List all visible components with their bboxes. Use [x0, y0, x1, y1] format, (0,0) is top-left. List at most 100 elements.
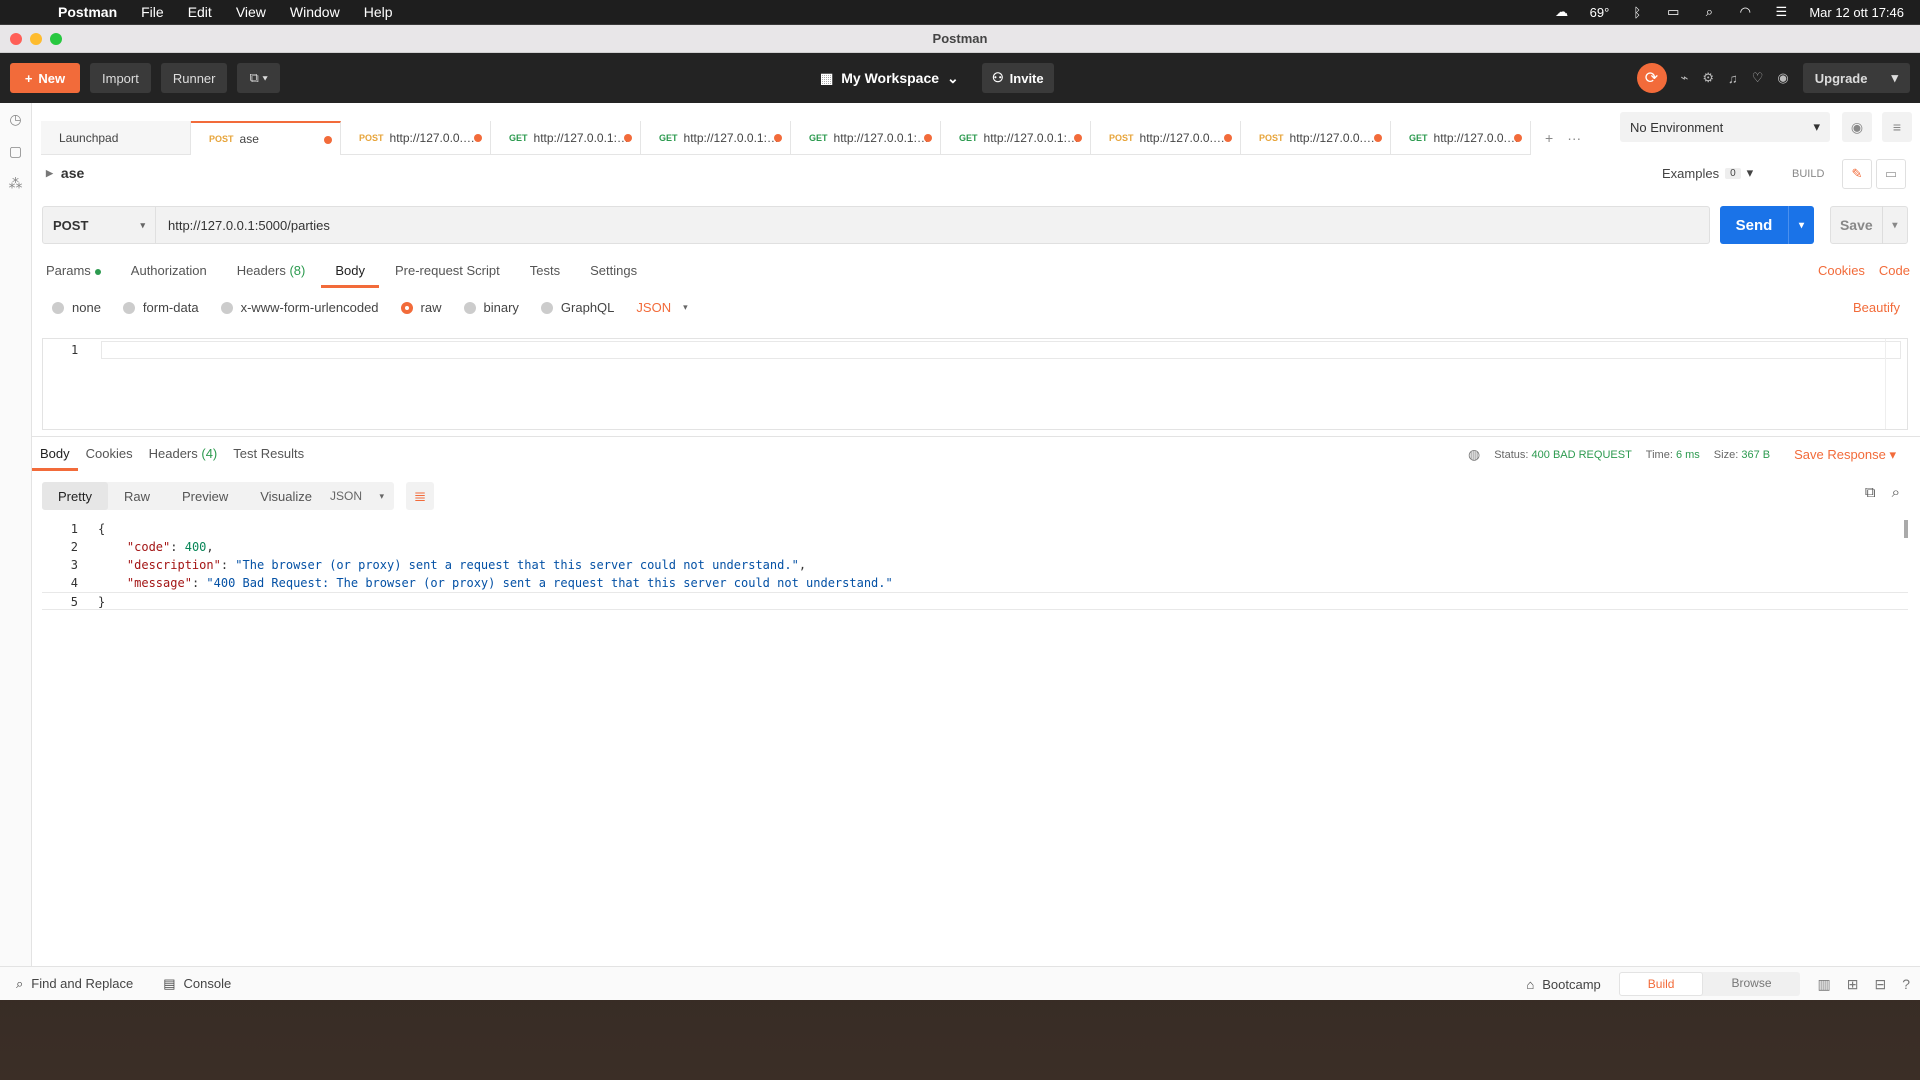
response-scrollbar[interactable] [1904, 520, 1908, 538]
tab-response-body[interactable]: Body [32, 446, 78, 471]
bag-icon[interactable]: ⊟ [1874, 976, 1886, 993]
bell-icon[interactable]: ♫ [1728, 71, 1738, 86]
search-icon[interactable]: ⌕ [1701, 4, 1717, 20]
radio-graphql[interactable]: GraphQL [540, 300, 614, 315]
tab-request[interactable]: GET http://127.0.0.1:5... [791, 121, 941, 155]
view-pretty[interactable]: Pretty [42, 482, 108, 510]
control-center-icon[interactable]: ☰ [1773, 4, 1789, 20]
cookies-link[interactable]: Cookies [1818, 263, 1865, 278]
globe-icon[interactable]: ◍ [1468, 446, 1480, 463]
pane-divider[interactable] [32, 436, 1920, 437]
tab-authorization[interactable]: Authorization [131, 263, 207, 288]
copy-icon[interactable]: ⧉ [1865, 484, 1876, 501]
add-tab-icon[interactable]: + [1545, 130, 1553, 146]
bluetooth-icon[interactable]: ᛒ [1629, 5, 1645, 20]
tab-request[interactable]: POST http://127.0.0.1:... [1091, 121, 1241, 155]
workspace-selector[interactable]: ▦ My Workspace ⌄ [820, 63, 959, 93]
tab-request[interactable]: GET http://127.0.0.1:5... [1391, 121, 1531, 155]
tab-headers[interactable]: Headers (8) [237, 263, 306, 288]
tab-request[interactable]: GET http://127.0.0.1:5... [941, 121, 1091, 155]
search-icon[interactable]: ⌕ [1892, 484, 1900, 501]
menubar-temperature[interactable]: 69° [1590, 5, 1610, 20]
apis-icon[interactable]: ⁂ [0, 167, 31, 199]
console-button[interactable]: ▤ Console [163, 976, 231, 992]
radio-raw[interactable]: raw [400, 300, 442, 315]
tab-request[interactable]: GET http://127.0.0.1:5... [491, 121, 641, 155]
code-link[interactable]: Code [1879, 263, 1910, 278]
view-raw[interactable]: Raw [108, 482, 166, 510]
save-response-button[interactable]: Save Response ▾ [1794, 447, 1896, 463]
tab-test-results[interactable]: Test Results [233, 446, 304, 471]
tab-response-headers[interactable]: Headers (4) [149, 446, 218, 471]
minimize-window-button[interactable] [30, 33, 42, 45]
find-replace-button[interactable]: ⌕ Find and Replace [16, 976, 133, 992]
caret-down-icon[interactable]: ▾ [1788, 206, 1814, 244]
tab-request[interactable]: POST http://127.0.0.1:... [341, 121, 491, 155]
satellite-icon[interactable]: ⌁ [1681, 70, 1689, 86]
import-button[interactable]: Import [90, 63, 151, 93]
response-body-code[interactable]: 1 { 2 "code": 400, 3 "description": "The… [42, 520, 1908, 610]
tab-params[interactable]: Params [46, 263, 101, 288]
build-mode-button[interactable]: Build [1618, 972, 1704, 996]
menubar-datetime[interactable]: Mar 12 ott 17:46 [1809, 5, 1904, 20]
request-name[interactable]: ▶ ase [46, 165, 84, 181]
upgrade-button[interactable]: Upgrade ▾ [1802, 63, 1910, 93]
help-icon[interactable]: ? [1902, 976, 1910, 993]
menu-view[interactable]: View [236, 4, 266, 20]
view-preview[interactable]: Preview [166, 482, 244, 510]
radio-binary[interactable]: binary [463, 300, 519, 315]
tab-request-active[interactable]: POST ase [191, 121, 341, 155]
menu-window[interactable]: Window [290, 4, 340, 20]
environment-select[interactable]: No Environment ▾ [1620, 112, 1830, 142]
close-window-button[interactable] [10, 33, 22, 45]
runner-button[interactable]: Runner [160, 63, 228, 93]
wifi-icon[interactable]: ◠ [1737, 4, 1753, 20]
tab-launchpad[interactable]: Launchpad [41, 121, 191, 155]
browse-mode-button[interactable]: Browse [1703, 972, 1799, 996]
sync-icon[interactable]: ⟳ [1636, 63, 1667, 93]
weather-icon[interactable]: ☁ [1554, 4, 1570, 20]
editor-scrollbar[interactable] [1885, 339, 1899, 429]
request-body-editor[interactable]: 1 [42, 338, 1908, 430]
settings-icon[interactable]: ⚙ [1702, 70, 1714, 86]
tab-settings[interactable]: Settings [590, 263, 637, 288]
send-button[interactable]: Send ▾ [1720, 206, 1814, 244]
method-select[interactable]: POST ▾ [42, 206, 156, 244]
view-visualize[interactable]: Visualize [244, 482, 328, 510]
menu-help[interactable]: Help [364, 4, 393, 20]
history-icon[interactable]: ◷ [0, 103, 31, 135]
bootcamp-button[interactable]: ⌂ Bootcamp [1526, 977, 1600, 992]
more-tabs-icon[interactable]: ··· [1567, 130, 1581, 146]
response-format-select[interactable]: JSON ▾ [320, 482, 394, 510]
layout-icon[interactable]: ⊞ [1847, 976, 1859, 993]
collections-icon[interactable]: ▢ [0, 135, 31, 167]
pencil-icon[interactable]: ✎ [1842, 159, 1872, 189]
zoom-window-button[interactable] [50, 33, 62, 45]
tab-request[interactable]: POST http://127.0.0.1:... [1241, 121, 1391, 155]
new-window-button[interactable]: ⧉ ▾ [237, 63, 280, 93]
sliders-icon[interactable]: ≡ [1882, 112, 1912, 142]
tab-response-cookies[interactable]: Cookies [86, 446, 133, 471]
radio-none[interactable]: none [52, 300, 101, 315]
tab-prerequest-script[interactable]: Pre-request Script [395, 263, 500, 288]
wrap-lines-button[interactable]: ≣ [406, 482, 434, 510]
eye-icon[interactable]: ◉ [1842, 112, 1872, 142]
invite-button[interactable]: ⚇ Invite [982, 63, 1054, 93]
body-format-select[interactable]: JSON ▾ [636, 300, 687, 315]
avatar[interactable]: ◉ [1777, 70, 1788, 86]
menu-edit[interactable]: Edit [188, 4, 212, 20]
save-button[interactable]: Save ▾ [1830, 206, 1908, 244]
battery-icon[interactable]: ▭ [1665, 4, 1681, 20]
menu-app-name[interactable]: Postman [58, 4, 117, 20]
tab-request[interactable]: GET http://127.0.0.1:5... [641, 121, 791, 155]
beautify-link[interactable]: Beautify [1853, 300, 1900, 315]
heart-icon[interactable]: ♡ [1752, 70, 1764, 86]
comment-icon[interactable]: ▭ [1876, 159, 1906, 189]
url-input[interactable]: http://127.0.0.1:5000/parties [156, 206, 1710, 244]
tab-tests[interactable]: Tests [530, 263, 560, 288]
radio-form-data[interactable]: form-data [122, 300, 199, 315]
menu-file[interactable]: File [141, 4, 164, 20]
radio-urlencoded[interactable]: x-www-form-urlencoded [220, 300, 379, 315]
examples-dropdown[interactable]: Examples 0 ▾ [1662, 165, 1753, 181]
caret-down-icon[interactable]: ▾ [1881, 206, 1907, 244]
